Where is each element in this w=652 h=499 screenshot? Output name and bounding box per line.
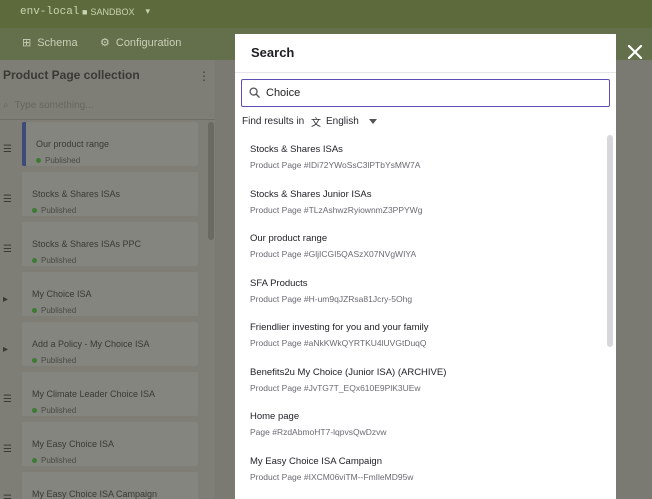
caret-down-icon — [368, 119, 377, 124]
result-subtitle: Product Page #TLzAshwzRyiownmZ3PPYWg — [250, 204, 423, 215]
list-item[interactable]: ☰ My Easy Choice ISA Published — [0, 420, 215, 470]
list-item-name: My Choice ISA — [32, 289, 92, 299]
drag-handle-icon[interactable]: ☰ — [3, 244, 12, 255]
result-item[interactable]: Friendlier investing for you and your fa… — [235, 313, 607, 357]
collection-search-placeholder: Type something... — [14, 100, 94, 111]
result-title: Stocks & Shares Junior ISAs — [250, 188, 372, 200]
result-subtitle: Product Page #GljICGI5QASzX07NVgWIYA — [250, 249, 417, 259]
list-item[interactable]: ▸ Add a Policy - My Choice ISA Published — [0, 320, 215, 370]
result-title: Our product range — [250, 233, 328, 244]
close-icon[interactable] — [624, 41, 646, 63]
editor-pane — [215, 60, 235, 499]
list-item-card[interactable]: My Climate Leader Choice ISA Published — [22, 372, 198, 416]
status-badge: Published — [32, 256, 76, 265]
list-item-card[interactable]: My Easy Choice ISA Published — [22, 422, 198, 466]
sandbox-badge[interactable]: ■ SANDBOX ▾ — [82, 6, 150, 17]
chevron-down-icon: ▾ — [145, 6, 150, 16]
search-results: Stocks & Shares ISAs Product Page #IDi72… — [235, 135, 607, 499]
list-item-card[interactable]: Stocks & Shares ISAs PPC Published — [22, 222, 198, 266]
search-modal: Search Find results in 文 English Stocks … — [235, 34, 616, 499]
drag-handle-icon[interactable]: ☰ — [3, 144, 12, 155]
divider — [235, 72, 616, 73]
status-badge: Published — [32, 356, 76, 365]
translate-icon: 文 — [311, 118, 321, 129]
search-icon — [249, 87, 260, 98]
status-badge: Published — [32, 306, 76, 315]
status-badge: Published — [32, 206, 76, 215]
result-title: Home page — [250, 411, 300, 422]
schema-icon: ⊞ — [22, 37, 32, 49]
list-item[interactable]: ☰ Stocks & Shares ISAs PPC Published — [0, 220, 215, 270]
list-item[interactable]: ☰ Stocks & Shares ISAs Published — [0, 170, 215, 220]
result-item[interactable]: Our product range Product Page #GljICGI5… — [235, 224, 607, 268]
search-field[interactable] — [241, 79, 610, 107]
result-subtitle: Product Page #aNkKWkQYRTKU4lUVGtDuqQ — [250, 338, 427, 348]
list-item[interactable]: ☰ My Climate Leader Choice ISA Published — [0, 370, 215, 420]
expand-arrow-icon[interactable]: ▸ — [3, 294, 8, 305]
modal-title: Search — [251, 45, 295, 60]
result-item[interactable]: Benefits2u My Choice (Junior ISA) (ARCHI… — [235, 358, 607, 402]
language-select[interactable]: 文 English — [311, 114, 377, 129]
drag-handle-icon[interactable]: ☰ — [3, 444, 12, 455]
result-title: My Easy Choice ISA Campaign — [250, 455, 383, 467]
result-subtitle: Product Page #IDi72YWoSsC3lPTbYsMW7A — [250, 160, 421, 170]
drag-handle-icon[interactable]: ☰ — [3, 194, 12, 205]
result-item[interactable]: Stocks & Shares ISAs Product Page #IDi72… — [235, 135, 607, 179]
status-badge: Published — [36, 156, 80, 165]
search-icon: ⌕ — [3, 100, 9, 111]
language-value: English — [326, 116, 359, 127]
result-title: SFA Products — [250, 277, 308, 289]
sandbox-label: SANDBOX — [90, 6, 135, 17]
list-item[interactable]: ▸ My Choice ISA Published — [0, 270, 215, 320]
result-item[interactable]: SFA Products Product Page #H-um9qJZRsa81… — [235, 269, 607, 313]
list-item-card[interactable]: My Choice ISA Published — [22, 272, 198, 316]
list-item-name: Add a Policy - My Choice ISA — [32, 339, 150, 349]
result-item[interactable]: My Easy Choice ISA Campaign Product Page… — [235, 447, 607, 491]
sandbox-icon: ■ — [82, 6, 88, 17]
list-item-name: Stocks & Shares ISAs — [32, 189, 121, 199]
list-item-name: My Easy Choice ISA Campaign — [32, 489, 158, 499]
top-bar: env-local ■ SANDBOX ▾ — [0, 0, 652, 28]
list-item-card[interactable]: Stocks & Shares ISAs Published — [22, 172, 198, 216]
list-item-card[interactable]: Add a Policy - My Choice ISA Published — [22, 322, 198, 366]
list-item-name: My Easy Choice ISA — [32, 439, 115, 449]
result-subtitle: Page #RzdAbmoHT7-lqpvsQwDzvw — [250, 427, 387, 437]
list-item[interactable]: ☰ Our product range Published — [0, 120, 215, 170]
collection-scrollbar[interactable] — [208, 122, 214, 240]
nav-schema-label: Schema — [37, 36, 78, 49]
expand-arrow-icon[interactable]: ▸ — [3, 344, 8, 355]
list-item-name: My Climate Leader Choice ISA — [32, 389, 156, 399]
nav-schema[interactable]: ⊞ Schema — [22, 36, 78, 50]
overlay-right — [616, 60, 652, 499]
search-input[interactable] — [266, 83, 602, 103]
result-subtitle: Product Page #IXCM06viTM--FmIleMD95w — [250, 471, 414, 482]
list-item-name: Our product range — [36, 139, 110, 149]
find-results-label: Find results in — [242, 116, 305, 127]
drag-handle-icon[interactable]: ☰ — [3, 494, 12, 499]
list-item[interactable]: ☰ My Easy Choice ISA Campaign — [0, 470, 215, 499]
nav-configuration[interactable]: ⚙ Configuration — [100, 36, 182, 50]
results-scrollbar[interactable] — [607, 135, 613, 347]
collection-search[interactable]: ⌕ Type something... — [3, 100, 94, 111]
result-item[interactable]: Stocks & Shares Junior ISAs Product Page… — [235, 180, 607, 224]
nav-configuration-label: Configuration — [115, 36, 182, 49]
result-subtitle: Product Page #JvTG7T_EQx610E9PlK3UEw — [250, 382, 421, 393]
result-title: Benefits2u My Choice (Junior ISA) (ARCHI… — [250, 366, 447, 378]
drag-handle-icon[interactable]: ☰ — [3, 394, 12, 405]
environment-label[interactable]: env-local — [20, 6, 79, 18]
result-item[interactable]: Home page Page #RzdAbmoHT7-lqpvsQwDzvw — [235, 402, 607, 446]
kebab-menu-icon[interactable]: ⋮ — [198, 69, 210, 83]
user-cog-icon: ⚙ — [100, 37, 110, 49]
result-title: Friendlier investing for you and your fa… — [250, 322, 429, 333]
list-item-name: Stocks & Shares ISAs PPC — [32, 239, 142, 249]
result-subtitle: Product Page #H-um9qJZRsa81Jcry-5Ohg — [250, 293, 413, 304]
status-badge: Published — [32, 406, 76, 415]
list-item-card[interactable]: My Easy Choice ISA Campaign — [22, 472, 198, 499]
result-title: Stocks & Shares ISAs — [250, 144, 343, 155]
list-item-card[interactable]: Our product range Published — [22, 122, 198, 166]
collection-title: Product Page collection — [3, 68, 140, 82]
status-badge: Published — [32, 456, 76, 465]
